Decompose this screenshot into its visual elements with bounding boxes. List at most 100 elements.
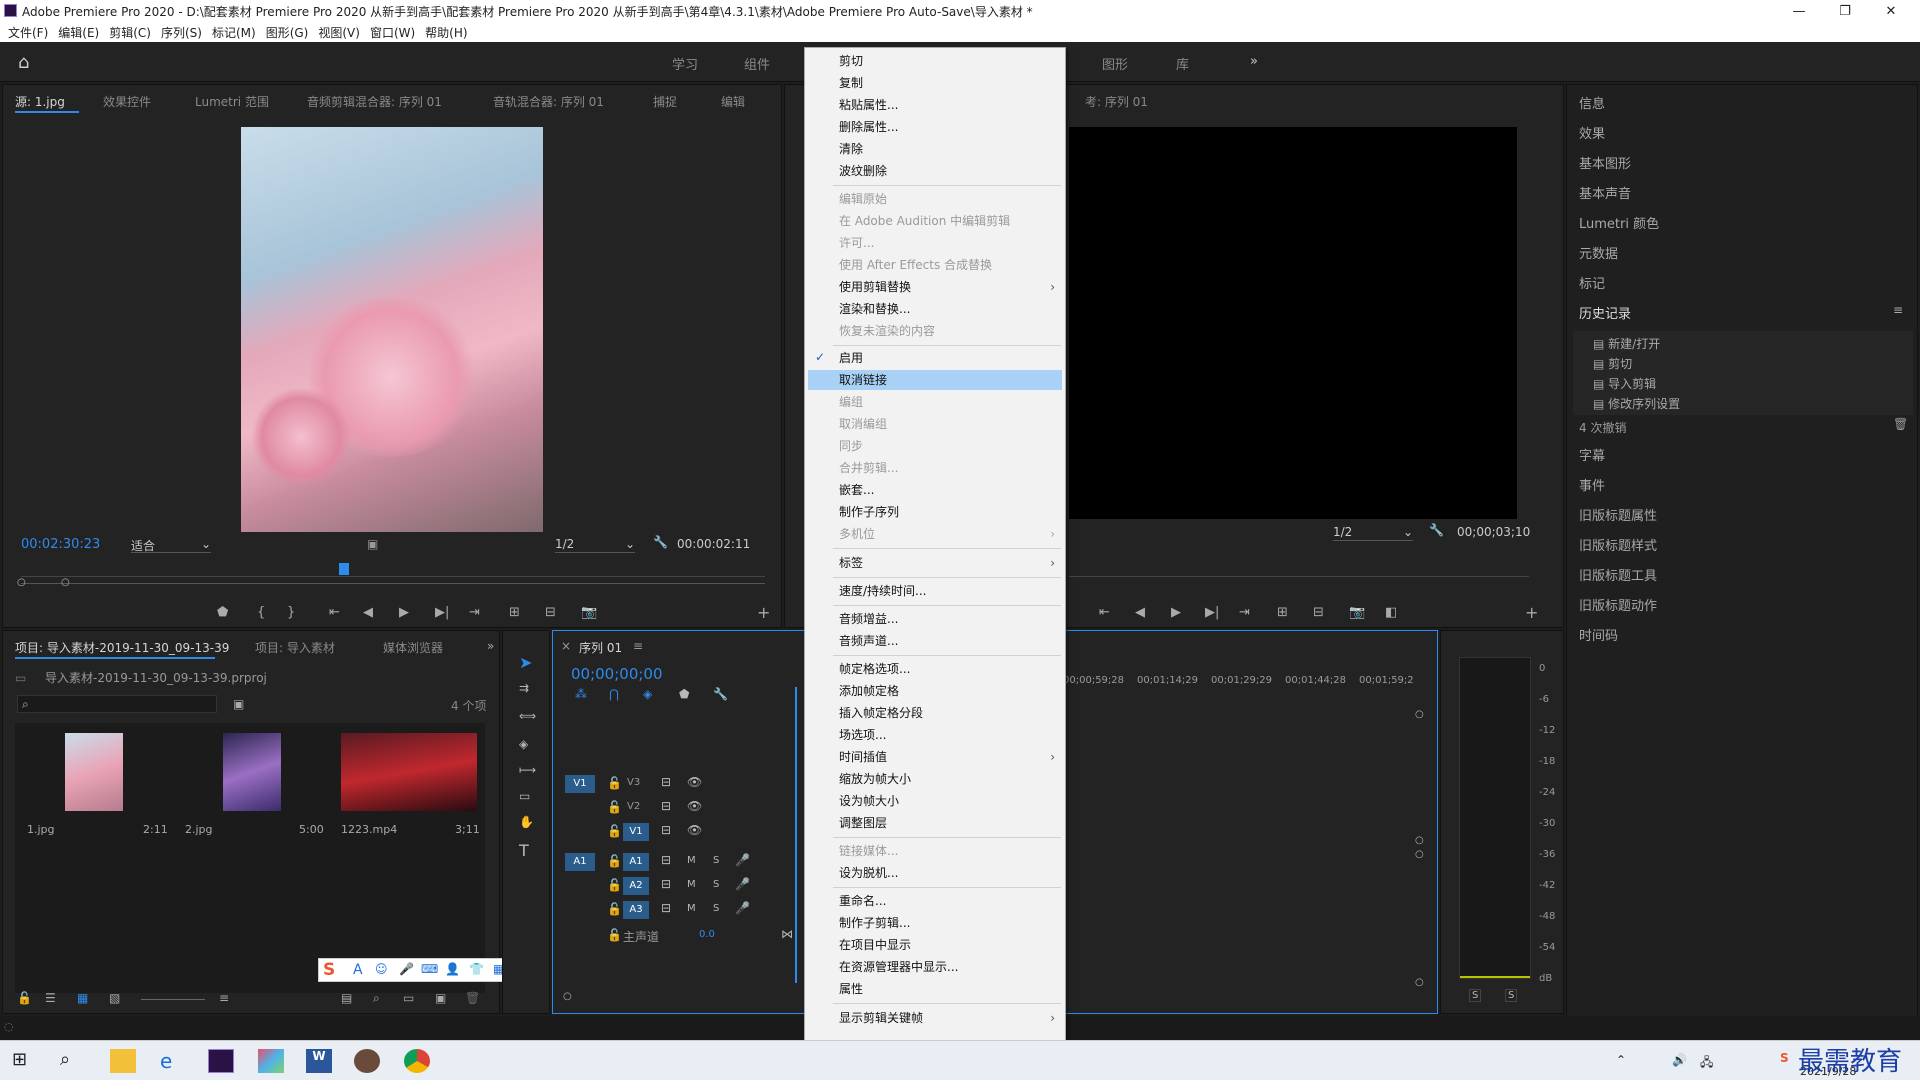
- track-visibility-icon[interactable]: 👁: [687, 823, 702, 837]
- sync-lock-icon[interactable]: ⊟: [661, 877, 671, 891]
- program-resolution-dropdown[interactable]: 1/2 ⌄: [1333, 525, 1413, 541]
- source-patch-a1[interactable]: A1: [565, 853, 595, 871]
- program-step-forward-icon[interactable]: ▶|: [1205, 605, 1219, 620]
- menu-item-insert-frame-hold-segment[interactable]: 插入帧定格分段: [839, 703, 923, 723]
- slip-tool-icon[interactable]: ⟼: [519, 763, 536, 777]
- voiceover-record-icon[interactable]: 🎤: [735, 853, 750, 867]
- track-label[interactable]: A2: [623, 877, 649, 895]
- tab-source[interactable]: 源: 1.jpg: [15, 93, 65, 110]
- zoom-slider[interactable]: [141, 999, 205, 1000]
- solo-button[interactable]: S: [713, 879, 719, 890]
- menu-item-reveal-in-explorer[interactable]: 在资源管理器中显示...: [839, 957, 958, 977]
- panel-legacy-title-styles[interactable]: 旧版标题样式: [1579, 535, 1657, 554]
- new-bin-bottom-icon[interactable]: ▭: [403, 991, 414, 1005]
- solo-right-button[interactable]: S: [1505, 989, 1518, 1002]
- video-scroll-handle[interactable]: ○: [1415, 835, 1424, 846]
- menu-item-unlink[interactable]: 取消链接: [839, 370, 887, 390]
- mark-in-icon[interactable]: {: [257, 605, 265, 620]
- play-icon[interactable]: ▶: [399, 605, 409, 620]
- menu-sequence[interactable]: 序列(S): [161, 24, 202, 41]
- project-search-input[interactable]: ⌕: [17, 695, 217, 713]
- menu-item-nest[interactable]: 嵌套...: [839, 480, 874, 500]
- mute-button[interactable]: M: [687, 879, 696, 890]
- panel-legacy-title-properties[interactable]: 旧版标题属性: [1579, 505, 1657, 524]
- timeline-timecode[interactable]: 00;00;00;00: [571, 665, 663, 683]
- thumbnail-3[interactable]: [341, 733, 477, 811]
- menu-item-replace-with-clip[interactable]: 使用剪辑替换: [839, 277, 911, 297]
- track-select-tool-icon[interactable]: ⇉: [519, 681, 529, 695]
- menu-item-reveal-in-project[interactable]: 在项目中显示: [839, 935, 911, 955]
- panel-essential-graphics[interactable]: 基本图形: [1579, 153, 1631, 172]
- add-marker-icon[interactable]: ⬟: [679, 687, 689, 701]
- menu-item-enable[interactable]: 启用: [839, 348, 863, 368]
- menu-item-audio-gain[interactable]: 音频增益...: [839, 609, 898, 629]
- tab-program[interactable]: 考: 序列 01: [1085, 93, 1148, 110]
- add-marker-icon[interactable]: ⬟: [217, 605, 228, 620]
- panel-effects[interactable]: 效果: [1579, 123, 1605, 142]
- program-add-button-icon[interactable]: +: [1525, 603, 1538, 622]
- timeline-ruler[interactable]: 00;00;59;28 00;01;14;29 00;01;29;29 00;0…: [1063, 675, 1414, 689]
- tab-audio-clip-mixer[interactable]: 音频剪辑混合器: 序列 01: [307, 93, 442, 110]
- menu-item-show-clip-keyframes[interactable]: 显示剪辑关键帧: [839, 1008, 923, 1028]
- track-lock-icon[interactable]: 🔓: [607, 776, 622, 790]
- add-button-icon[interactable]: +: [757, 603, 770, 622]
- network-icon[interactable]: 🖧: [1700, 1053, 1713, 1074]
- sort-icon[interactable]: ≡: [219, 991, 229, 1005]
- sync-lock-icon[interactable]: ⊟: [661, 853, 671, 867]
- source-zoom-scrollbar[interactable]: [21, 583, 765, 584]
- workspace-tab-learn[interactable]: 学习: [672, 54, 698, 73]
- go-to-end-icon[interactable]: ⋈: [781, 927, 793, 941]
- menu-item-edit-in-audition[interactable]: 在 Adobe Audition 中编辑剪辑: [839, 211, 1010, 231]
- panel-legacy-title-tools[interactable]: 旧版标题工具: [1579, 565, 1657, 584]
- edge-icon[interactable]: e: [160, 1049, 186, 1073]
- master-volume-value[interactable]: 0.0: [699, 929, 715, 940]
- tab-capture[interactable]: 捕捉: [653, 93, 677, 110]
- menu-graphics[interactable]: 图形(G): [266, 24, 309, 41]
- menu-item-cut[interactable]: 剪切: [839, 51, 863, 71]
- microphone-icon[interactable]: 🎤: [399, 962, 414, 976]
- close-button[interactable]: ✕: [1868, 0, 1914, 22]
- program-go-to-out-icon[interactable]: ⇥: [1239, 605, 1250, 620]
- step-back-icon[interactable]: ◀: [363, 605, 373, 620]
- track-label[interactable]: A1: [623, 853, 649, 871]
- sync-lock-icon[interactable]: ⊟: [661, 799, 671, 813]
- source-patch-v1[interactable]: V1: [565, 775, 595, 793]
- emoji-icon[interactable]: ☺: [375, 962, 388, 976]
- menu-item-time-interpolation[interactable]: 时间插值: [839, 747, 887, 767]
- panel-more-icon[interactable]: »: [487, 639, 494, 653]
- menu-item-audio-channels[interactable]: 音频声道...: [839, 631, 898, 651]
- new-bin-icon[interactable]: ▣: [233, 697, 244, 711]
- panel-legacy-title-actions[interactable]: 旧版标题动作: [1579, 595, 1657, 614]
- chrome-icon[interactable]: [404, 1049, 430, 1073]
- history-item-3[interactable]: ▤ 导入剪辑: [1593, 375, 1656, 392]
- menu-window[interactable]: 窗口(W): [370, 24, 415, 41]
- menu-help[interactable]: 帮助(H): [425, 24, 467, 41]
- type-tool-icon[interactable]: T: [519, 841, 529, 860]
- scroll-handle-right[interactable]: ○: [61, 577, 70, 588]
- menu-item-copy[interactable]: 复制: [839, 73, 863, 93]
- automate-icon[interactable]: ▤: [341, 991, 352, 1005]
- lift-icon[interactable]: ⊞: [1277, 605, 1288, 620]
- menu-item-ripple-delete[interactable]: 波纹删除: [839, 161, 887, 181]
- track-lock-icon[interactable]: 🔓: [607, 854, 622, 868]
- panel-markers[interactable]: 标记: [1579, 273, 1605, 292]
- fit-dropdown[interactable]: 适合 ⌄: [131, 537, 211, 553]
- menu-item-ungroup[interactable]: 取消编组: [839, 414, 887, 434]
- track-lock-icon[interactable]: 🔓: [607, 928, 622, 942]
- timeline-settings-icon[interactable]: 🔧: [713, 687, 728, 701]
- program-step-back-icon[interactable]: ◀: [1135, 605, 1145, 620]
- menu-item-scale-to-frame-size[interactable]: 缩放为帧大小: [839, 769, 911, 789]
- program-play-icon[interactable]: ▶: [1171, 605, 1181, 620]
- menu-item-restore-unrendered[interactable]: 恢复未渲染的内容: [839, 321, 935, 341]
- mute-button[interactable]: M: [687, 903, 696, 914]
- history-item-2[interactable]: ▤ 剪切: [1593, 355, 1632, 372]
- panel-captions[interactable]: 字幕: [1579, 445, 1605, 464]
- sequence-menu-icon[interactable]: ≡: [633, 639, 643, 653]
- extract-icon[interactable]: ⊟: [1313, 605, 1324, 620]
- rectangle-tool-icon[interactable]: ▭: [519, 789, 530, 803]
- menu-marker[interactable]: 标记(M): [212, 24, 256, 41]
- menu-item-synchronize[interactable]: 同步: [839, 436, 863, 456]
- tab-project[interactable]: 项目: 导入素材: [255, 639, 335, 656]
- menu-item-replace-with-ae[interactable]: 使用 After Effects 合成替换: [839, 255, 992, 275]
- sync-lock-icon[interactable]: ⊟: [661, 823, 671, 837]
